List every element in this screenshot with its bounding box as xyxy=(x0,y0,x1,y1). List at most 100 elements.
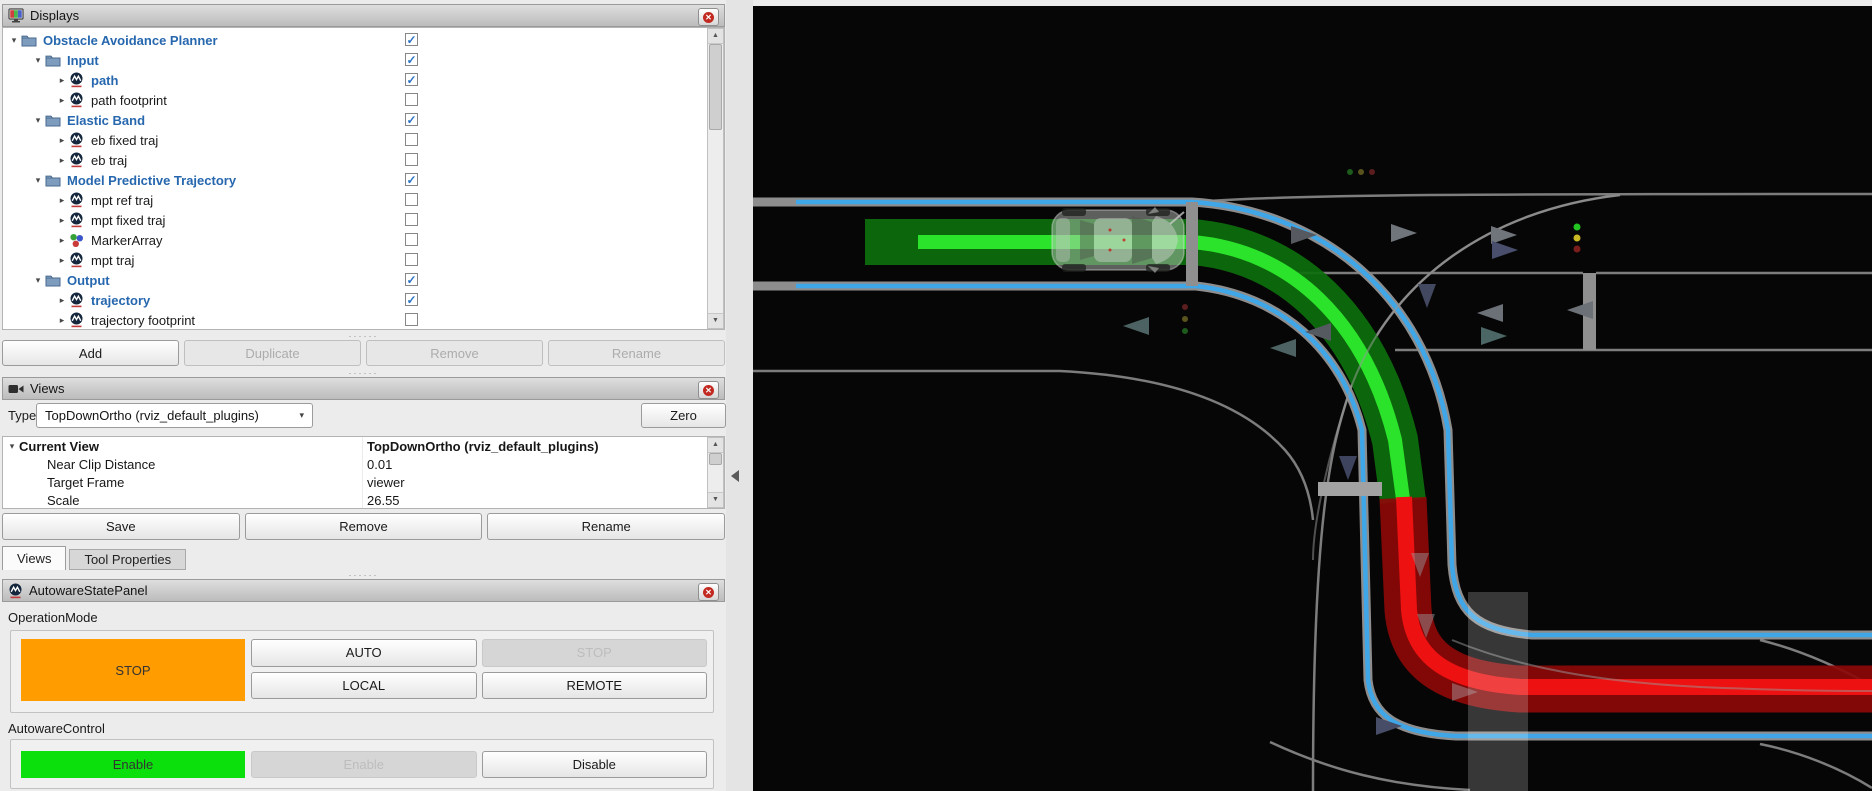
autoware-icon xyxy=(69,132,86,148)
displays-scrollbar-thumb[interactable] xyxy=(709,44,722,130)
property-value[interactable]: 0.01 xyxy=(367,457,392,472)
expand-icon[interactable]: ▸ xyxy=(55,155,69,166)
panel-resize-strip[interactable] xyxy=(726,0,753,791)
rename-button[interactable]: Rename xyxy=(487,513,725,540)
collapse-icon[interactable]: ▾ xyxy=(7,35,21,46)
close-displays-button[interactable]: ✕ xyxy=(698,8,719,26)
tab-views[interactable]: Views xyxy=(2,546,66,570)
save-button[interactable]: Save xyxy=(2,513,240,540)
view-type-select[interactable]: TopDownOrtho (rviz_default_plugins) ▾ xyxy=(36,403,313,428)
display-tree-row[interactable]: ▸eb fixed traj xyxy=(3,130,724,150)
display-tree-row[interactable]: ▸path✓ xyxy=(3,70,724,90)
3d-viewport[interactable] xyxy=(753,0,1872,791)
splitter-handle[interactable]: ······ xyxy=(2,571,725,579)
current-view-table: ▾Current ViewTopDownOrtho (rviz_default_… xyxy=(2,436,725,509)
display-enabled-checkbox[interactable]: ✓ xyxy=(405,113,418,126)
expand-icon[interactable]: ▸ xyxy=(55,235,69,246)
display-tree-row[interactable]: ▾Elastic Band✓ xyxy=(3,110,724,130)
autoware-icon xyxy=(69,292,86,308)
panel-collapse-icon[interactable] xyxy=(731,470,739,482)
views-scrollbar[interactable]: ▲ ▼ xyxy=(707,437,724,508)
display-enabled-checkbox[interactable] xyxy=(405,93,418,106)
display-enabled-checkbox[interactable]: ✓ xyxy=(405,293,418,306)
duplicate-button[interactable]: Duplicate xyxy=(184,340,361,366)
display-tree-row[interactable]: ▸path footprint xyxy=(3,90,724,110)
remove-button[interactable]: Remove xyxy=(245,513,483,540)
disable-button[interactable]: Disable xyxy=(482,751,708,778)
remove-button[interactable]: Remove xyxy=(366,340,543,366)
state-panel-header[interactable]: AutowareStatePanel ✕ xyxy=(2,579,725,602)
display-tree-row[interactable]: ▾Output✓ xyxy=(3,270,724,290)
display-enabled-checkbox[interactable] xyxy=(405,213,418,226)
display-enabled-checkbox[interactable] xyxy=(405,193,418,206)
scroll-up-icon[interactable]: ▲ xyxy=(708,29,723,44)
expand-icon[interactable]: ▸ xyxy=(55,295,69,306)
expand-icon[interactable]: ▸ xyxy=(55,75,69,86)
view-property-row[interactable]: Near Clip Distance0.01 xyxy=(3,455,724,473)
collapse-icon[interactable]: ▾ xyxy=(31,55,45,66)
display-enabled-checkbox[interactable] xyxy=(405,313,418,326)
display-tree-row[interactable]: ▾Obstacle Avoidance Planner✓ xyxy=(3,30,724,50)
scroll-up-icon[interactable]: ▲ xyxy=(708,438,723,453)
view-property-row[interactable]: Target Frameviewer xyxy=(3,473,724,491)
enable-button[interactable]: Enable xyxy=(251,751,477,778)
collapse-icon[interactable]: ▾ xyxy=(5,441,19,452)
view-property-row[interactable]: Scale26.55 xyxy=(3,491,724,509)
display-enabled-checkbox[interactable]: ✓ xyxy=(405,53,418,66)
expand-icon[interactable]: ▸ xyxy=(55,195,69,206)
expand-icon[interactable]: ▸ xyxy=(55,255,69,266)
splitter-handle[interactable]: ······ xyxy=(2,369,725,377)
scroll-down-icon[interactable]: ▼ xyxy=(708,313,723,328)
display-tree-row[interactable]: ▾Model Predictive Trajectory✓ xyxy=(3,170,724,190)
display-enabled-checkbox[interactable] xyxy=(405,233,418,246)
collapse-icon[interactable]: ▾ xyxy=(31,175,45,186)
display-enabled-checkbox[interactable]: ✓ xyxy=(405,73,418,86)
views-scrollbar-thumb[interactable] xyxy=(709,453,722,465)
scroll-down-icon[interactable]: ▼ xyxy=(708,492,723,507)
splitter-handle[interactable]: ······ xyxy=(2,332,725,340)
add-button[interactable]: Add xyxy=(2,340,179,366)
rename-button[interactable]: Rename xyxy=(548,340,725,366)
views-buttons-row: SaveRemoveRename xyxy=(2,513,725,540)
display-enabled-checkbox[interactable] xyxy=(405,153,418,166)
views-panel-header[interactable]: Views ✕ xyxy=(2,377,725,400)
display-tree-row[interactable]: ▸ trajectory footprint xyxy=(3,310,724,330)
display-tree-row[interactable]: ▸eb traj xyxy=(3,150,724,170)
display-item-label: mpt traj xyxy=(91,253,134,268)
display-tree-row[interactable]: ▸mpt fixed traj xyxy=(3,210,724,230)
collapse-icon[interactable]: ▾ xyxy=(31,275,45,286)
expand-icon[interactable]: ▸ xyxy=(55,135,69,146)
display-tree-row[interactable]: ▾Input✓ xyxy=(3,50,724,70)
autoware-control-group: Enable EnableDisable xyxy=(10,739,714,789)
display-enabled-checkbox[interactable] xyxy=(405,133,418,146)
display-tree-row[interactable]: ▸mpt ref traj xyxy=(3,190,724,210)
tab-tool-properties[interactable]: Tool Properties xyxy=(69,549,186,570)
display-enabled-checkbox[interactable]: ✓ xyxy=(405,273,418,286)
auto-button[interactable]: AUTO xyxy=(251,639,477,667)
property-value[interactable]: TopDownOrtho (rviz_default_plugins) xyxy=(367,439,599,454)
close-state-panel-button[interactable]: ✕ xyxy=(698,583,719,601)
stop-button[interactable]: STOP xyxy=(482,639,708,667)
zero-button[interactable]: Zero xyxy=(641,403,726,428)
remote-button[interactable]: REMOTE xyxy=(482,672,708,700)
display-tree-row[interactable]: ▸ mpt traj xyxy=(3,250,724,270)
close-views-button[interactable]: ✕ xyxy=(698,381,719,399)
display-tree-row[interactable]: ▸trajectory✓ xyxy=(3,290,724,310)
displays-scrollbar[interactable]: ▲ ▼ xyxy=(707,28,724,329)
expand-icon[interactable]: ▸ xyxy=(55,95,69,106)
display-tree-row[interactable]: ▸MarkerArray xyxy=(3,230,724,250)
expand-icon[interactable]: ▸ xyxy=(55,315,69,326)
property-value[interactable]: 26.55 xyxy=(367,493,400,508)
close-icon: ✕ xyxy=(703,587,714,598)
property-value[interactable]: viewer xyxy=(367,475,405,490)
local-button[interactable]: LOCAL xyxy=(251,672,477,700)
displays-panel-header[interactable]: Displays ✕ xyxy=(2,4,725,27)
display-enabled-checkbox[interactable] xyxy=(405,253,418,266)
display-enabled-checkbox[interactable]: ✓ xyxy=(405,173,418,186)
display-enabled-checkbox[interactable]: ✓ xyxy=(405,33,418,46)
expand-icon[interactable]: ▸ xyxy=(55,215,69,226)
folder-icon xyxy=(45,172,62,188)
view-property-row[interactable]: ▾Current ViewTopDownOrtho (rviz_default_… xyxy=(3,437,724,455)
display-item-label: trajectory footprint xyxy=(91,313,195,328)
collapse-icon[interactable]: ▾ xyxy=(31,115,45,126)
